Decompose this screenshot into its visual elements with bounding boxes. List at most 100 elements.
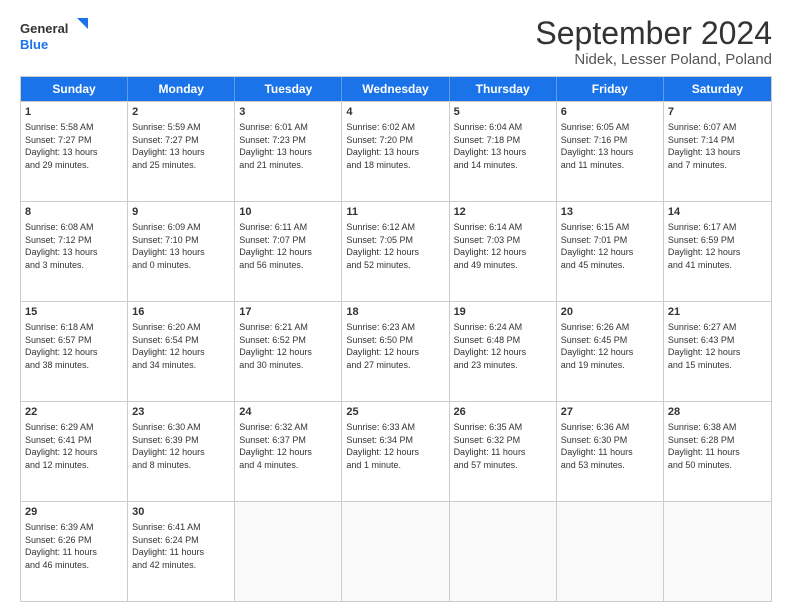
calendar-header-row: SundayMondayTuesdayWednesdayThursdayFrid… (21, 77, 771, 101)
day-number: 13 (561, 205, 659, 220)
cal-cell-empty (342, 502, 449, 601)
day-number: 30 (132, 505, 230, 520)
cell-info: Sunrise: 5:58 AM Sunset: 7:27 PM Dayligh… (25, 121, 123, 171)
day-number: 21 (668, 305, 767, 320)
cal-cell-day-10: 10Sunrise: 6:11 AM Sunset: 7:07 PM Dayli… (235, 202, 342, 301)
cell-info: Sunrise: 6:35 AM Sunset: 6:32 PM Dayligh… (454, 421, 552, 471)
day-number: 9 (132, 205, 230, 220)
cal-cell-day-27: 27Sunrise: 6:36 AM Sunset: 6:30 PM Dayli… (557, 402, 664, 501)
cell-info: Sunrise: 6:07 AM Sunset: 7:14 PM Dayligh… (668, 121, 767, 171)
cal-cell-day-1: 1Sunrise: 5:58 AM Sunset: 7:27 PM Daylig… (21, 102, 128, 201)
day-number: 8 (25, 205, 123, 220)
header-cell-thursday: Thursday (450, 77, 557, 101)
header: General Blue September 2024 Nidek, Lesse… (20, 16, 772, 68)
cal-cell-day-23: 23Sunrise: 6:30 AM Sunset: 6:39 PM Dayli… (128, 402, 235, 501)
cal-cell-day-28: 28Sunrise: 6:38 AM Sunset: 6:28 PM Dayli… (664, 402, 771, 501)
cal-cell-day-6: 6Sunrise: 6:05 AM Sunset: 7:16 PM Daylig… (557, 102, 664, 201)
day-number: 23 (132, 405, 230, 420)
cell-info: Sunrise: 6:26 AM Sunset: 6:45 PM Dayligh… (561, 321, 659, 371)
day-number: 25 (346, 405, 444, 420)
cal-row-0: 1Sunrise: 5:58 AM Sunset: 7:27 PM Daylig… (21, 101, 771, 201)
cal-cell-empty (235, 502, 342, 601)
cal-cell-day-3: 3Sunrise: 6:01 AM Sunset: 7:23 PM Daylig… (235, 102, 342, 201)
day-number: 18 (346, 305, 444, 320)
cal-cell-day-29: 29Sunrise: 6:39 AM Sunset: 6:26 PM Dayli… (21, 502, 128, 601)
cal-cell-day-2: 2Sunrise: 5:59 AM Sunset: 7:27 PM Daylig… (128, 102, 235, 201)
cell-info: Sunrise: 6:32 AM Sunset: 6:37 PM Dayligh… (239, 421, 337, 471)
day-number: 19 (454, 305, 552, 320)
logo: General Blue (20, 16, 90, 56)
day-number: 29 (25, 505, 123, 520)
day-number: 2 (132, 105, 230, 120)
cell-info: Sunrise: 6:17 AM Sunset: 6:59 PM Dayligh… (668, 221, 767, 271)
cal-cell-day-19: 19Sunrise: 6:24 AM Sunset: 6:48 PM Dayli… (450, 302, 557, 401)
day-number: 11 (346, 205, 444, 220)
cell-info: Sunrise: 6:20 AM Sunset: 6:54 PM Dayligh… (132, 321, 230, 371)
cell-info: Sunrise: 6:12 AM Sunset: 7:05 PM Dayligh… (346, 221, 444, 271)
cal-row-1: 8Sunrise: 6:08 AM Sunset: 7:12 PM Daylig… (21, 201, 771, 301)
cell-info: Sunrise: 6:08 AM Sunset: 7:12 PM Dayligh… (25, 221, 123, 271)
day-number: 10 (239, 205, 337, 220)
cell-info: Sunrise: 6:29 AM Sunset: 6:41 PM Dayligh… (25, 421, 123, 471)
cal-cell-day-16: 16Sunrise: 6:20 AM Sunset: 6:54 PM Dayli… (128, 302, 235, 401)
cal-row-3: 22Sunrise: 6:29 AM Sunset: 6:41 PM Dayli… (21, 401, 771, 501)
cal-cell-day-9: 9Sunrise: 6:09 AM Sunset: 7:10 PM Daylig… (128, 202, 235, 301)
cal-cell-day-22: 22Sunrise: 6:29 AM Sunset: 6:41 PM Dayli… (21, 402, 128, 501)
cell-info: Sunrise: 6:33 AM Sunset: 6:34 PM Dayligh… (346, 421, 444, 471)
day-number: 22 (25, 405, 123, 420)
day-number: 26 (454, 405, 552, 420)
day-number: 4 (346, 105, 444, 120)
page-title: September 2024 (535, 16, 772, 51)
cal-cell-day-4: 4Sunrise: 6:02 AM Sunset: 7:20 PM Daylig… (342, 102, 449, 201)
cal-cell-empty (450, 502, 557, 601)
logo-svg: General Blue (20, 16, 90, 56)
cal-cell-day-15: 15Sunrise: 6:18 AM Sunset: 6:57 PM Dayli… (21, 302, 128, 401)
calendar: SundayMondayTuesdayWednesdayThursdayFrid… (20, 76, 772, 602)
cell-info: Sunrise: 6:04 AM Sunset: 7:18 PM Dayligh… (454, 121, 552, 171)
day-number: 1 (25, 105, 123, 120)
day-number: 17 (239, 305, 337, 320)
cell-info: Sunrise: 6:05 AM Sunset: 7:16 PM Dayligh… (561, 121, 659, 171)
page-subtitle: Nidek, Lesser Poland, Poland (535, 51, 772, 68)
cal-cell-day-13: 13Sunrise: 6:15 AM Sunset: 7:01 PM Dayli… (557, 202, 664, 301)
day-number: 20 (561, 305, 659, 320)
cal-row-2: 15Sunrise: 6:18 AM Sunset: 6:57 PM Dayli… (21, 301, 771, 401)
cal-cell-day-30: 30Sunrise: 6:41 AM Sunset: 6:24 PM Dayli… (128, 502, 235, 601)
header-cell-sunday: Sunday (21, 77, 128, 101)
cal-cell-day-24: 24Sunrise: 6:32 AM Sunset: 6:37 PM Dayli… (235, 402, 342, 501)
header-cell-wednesday: Wednesday (342, 77, 449, 101)
calendar-body: 1Sunrise: 5:58 AM Sunset: 7:27 PM Daylig… (21, 101, 771, 601)
cal-cell-empty (664, 502, 771, 601)
title-block: September 2024 Nidek, Lesser Poland, Pol… (535, 16, 772, 68)
cell-info: Sunrise: 6:18 AM Sunset: 6:57 PM Dayligh… (25, 321, 123, 371)
cal-cell-day-11: 11Sunrise: 6:12 AM Sunset: 7:05 PM Dayli… (342, 202, 449, 301)
cell-info: Sunrise: 6:02 AM Sunset: 7:20 PM Dayligh… (346, 121, 444, 171)
cal-cell-day-5: 5Sunrise: 6:04 AM Sunset: 7:18 PM Daylig… (450, 102, 557, 201)
cell-info: Sunrise: 5:59 AM Sunset: 7:27 PM Dayligh… (132, 121, 230, 171)
cell-info: Sunrise: 6:15 AM Sunset: 7:01 PM Dayligh… (561, 221, 659, 271)
header-cell-tuesday: Tuesday (235, 77, 342, 101)
cell-info: Sunrise: 6:01 AM Sunset: 7:23 PM Dayligh… (239, 121, 337, 171)
cal-cell-day-21: 21Sunrise: 6:27 AM Sunset: 6:43 PM Dayli… (664, 302, 771, 401)
day-number: 5 (454, 105, 552, 120)
day-number: 14 (668, 205, 767, 220)
day-number: 12 (454, 205, 552, 220)
cell-info: Sunrise: 6:38 AM Sunset: 6:28 PM Dayligh… (668, 421, 767, 471)
day-number: 27 (561, 405, 659, 420)
cell-info: Sunrise: 6:09 AM Sunset: 7:10 PM Dayligh… (132, 221, 230, 271)
cal-cell-empty (557, 502, 664, 601)
cell-info: Sunrise: 6:14 AM Sunset: 7:03 PM Dayligh… (454, 221, 552, 271)
day-number: 24 (239, 405, 337, 420)
day-number: 15 (25, 305, 123, 320)
cal-row-4: 29Sunrise: 6:39 AM Sunset: 6:26 PM Dayli… (21, 501, 771, 601)
cell-info: Sunrise: 6:41 AM Sunset: 6:24 PM Dayligh… (132, 521, 230, 571)
cal-cell-day-12: 12Sunrise: 6:14 AM Sunset: 7:03 PM Dayli… (450, 202, 557, 301)
cal-cell-day-7: 7Sunrise: 6:07 AM Sunset: 7:14 PM Daylig… (664, 102, 771, 201)
day-number: 7 (668, 105, 767, 120)
cal-cell-day-20: 20Sunrise: 6:26 AM Sunset: 6:45 PM Dayli… (557, 302, 664, 401)
cal-cell-day-25: 25Sunrise: 6:33 AM Sunset: 6:34 PM Dayli… (342, 402, 449, 501)
cell-info: Sunrise: 6:11 AM Sunset: 7:07 PM Dayligh… (239, 221, 337, 271)
cal-cell-day-8: 8Sunrise: 6:08 AM Sunset: 7:12 PM Daylig… (21, 202, 128, 301)
cell-info: Sunrise: 6:36 AM Sunset: 6:30 PM Dayligh… (561, 421, 659, 471)
header-cell-monday: Monday (128, 77, 235, 101)
